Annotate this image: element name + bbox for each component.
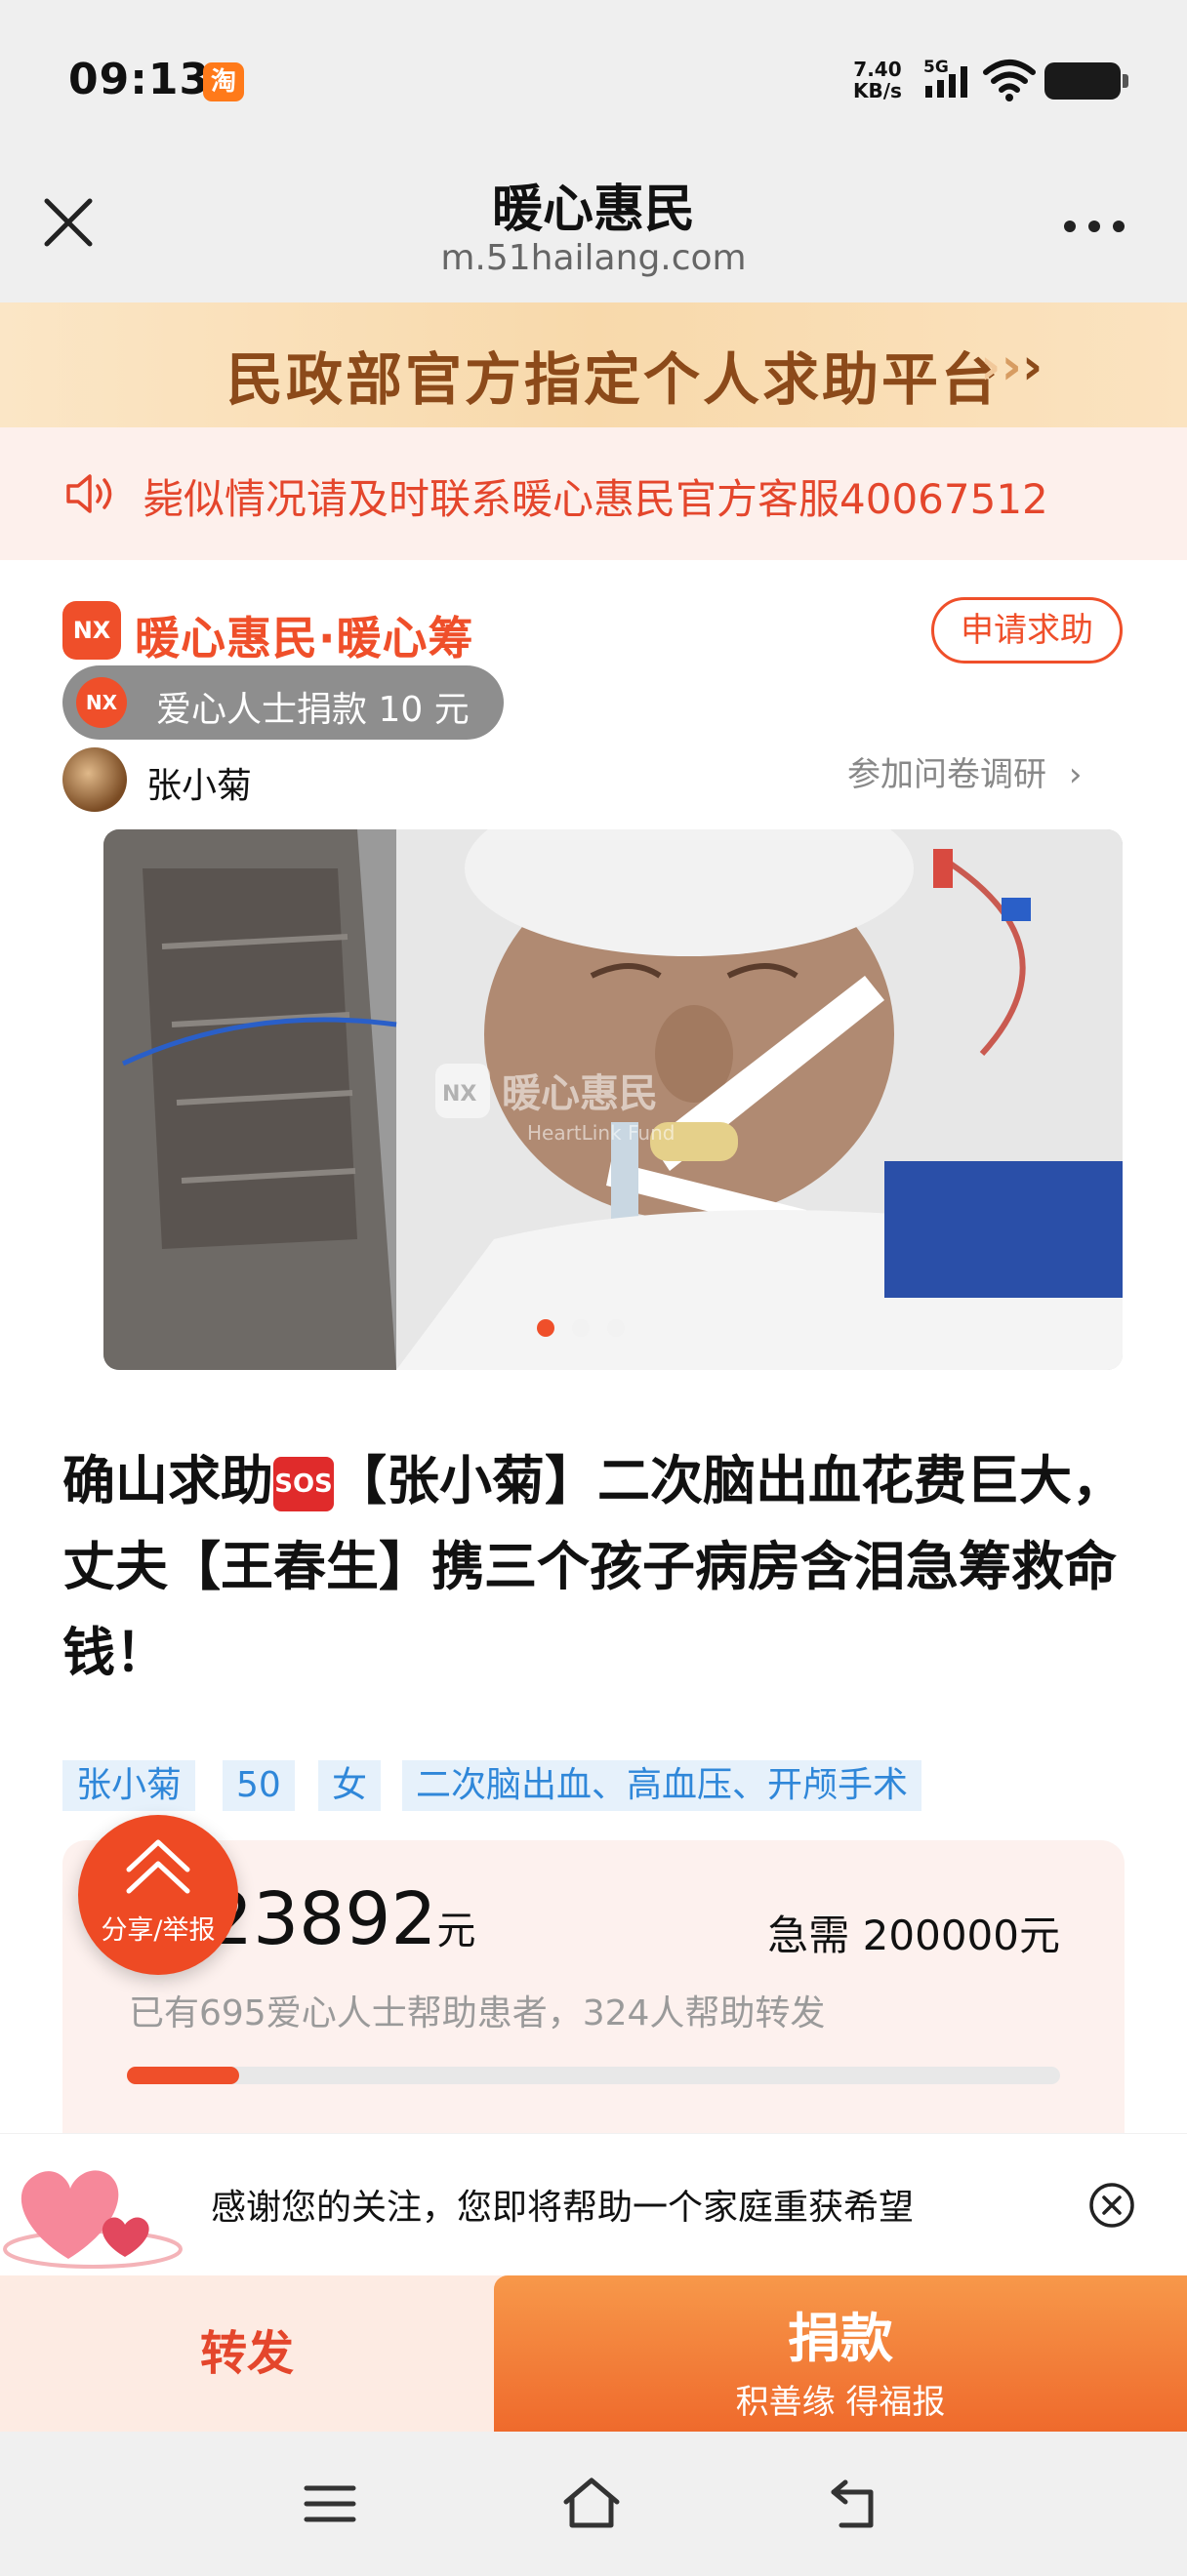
- browser-title-bar: 暖心惠民 m.51hailang.com: [0, 156, 1187, 302]
- headline-prefix: 确山求助: [62, 1450, 273, 1511]
- more-menu-icon[interactable]: [1062, 217, 1126, 236]
- poster-name: 张小菊: [146, 766, 253, 806]
- fund-progress-bar: [127, 2067, 1060, 2084]
- back-icon[interactable]: [826, 2475, 884, 2533]
- system-nav-bar: [0, 2432, 1187, 2576]
- battery-icon: [1044, 62, 1128, 100]
- needed-amount: 急需 200000元: [767, 1903, 1060, 1962]
- taobao-app-icon: 淘: [203, 62, 244, 101]
- page-url: m.51hailang.com: [440, 238, 747, 278]
- donate-sublabel: 积善缘 得福报: [735, 2383, 946, 2422]
- raised-value: 23892: [207, 1877, 437, 1961]
- survey-link-label: 参加问卷调研: [847, 755, 1046, 794]
- menu-icon[interactable]: [301, 2475, 359, 2533]
- raised-unit: 元: [436, 1909, 476, 1953]
- tag-gender: 女: [318, 1760, 382, 1811]
- chevron-right-icon: ›››: [980, 338, 1044, 396]
- watermark-sub: HeartLink Fund: [527, 1121, 675, 1145]
- sos-icon: SOS: [273, 1457, 334, 1512]
- watermark-text: 暖心惠民: [502, 1071, 658, 1116]
- donate-label: 捐款: [788, 2308, 893, 2369]
- net-speed-value: 7.40: [853, 58, 902, 81]
- tag-name: 张小菊: [62, 1760, 196, 1811]
- fund-progress-fill: [127, 2067, 239, 2084]
- tag-age: 50: [223, 1760, 295, 1811]
- helpers-count: 已有695爱心人士帮助患者，324人帮助转发: [129, 1993, 826, 2033]
- patient-photo[interactable]: NX 暖心惠民 HeartLink Fund: [103, 829, 1123, 1370]
- cellular-signal-icon: 5G: [923, 58, 967, 98]
- notice-marquee: 毙似情况请及时联系暖心惠民官方客服40067512: [0, 427, 1187, 560]
- carousel-dot[interactable]: [572, 1319, 590, 1337]
- share-report-label: 分享/举报: [101, 1915, 216, 1946]
- hearts-icon: [3, 2170, 183, 2269]
- gov-platform-banner[interactable]: 民政部官方指定个人求助平台 ›››: [0, 302, 1187, 427]
- donor-ticker-text: 爱心人士捐款 10 元: [156, 690, 470, 730]
- page-title: 暖心惠民: [491, 181, 695, 239]
- thanks-text: 感谢您的关注，您即将帮助一个家庭重获希望: [211, 2188, 915, 2228]
- notice-text: 毙似情况请及时联系暖心惠民官方客服40067512: [143, 475, 1048, 523]
- needed-label: 急需: [767, 1912, 850, 1959]
- forward-button[interactable]: 转发: [0, 2275, 494, 2432]
- status-bar: 09:13 淘 7.40 KB/s 5G: [0, 0, 1187, 156]
- avatar: [62, 747, 127, 812]
- close-circle-icon[interactable]: [1087, 2181, 1136, 2230]
- carousel-dot[interactable]: [607, 1319, 625, 1337]
- donor-ticker-logo: NX: [76, 677, 127, 728]
- patient-photo-illustration: NX 暖心惠民 HeartLink Fund: [103, 829, 1123, 1370]
- donor-ticker: NX 爱心人士捐款 10 元: [62, 665, 504, 740]
- network-type-label: 5G: [923, 58, 949, 77]
- bottom-action-bar: 转发 捐款 积善缘 得福报: [0, 2275, 1187, 2432]
- speaker-icon: [66, 474, 112, 513]
- net-speed-unit: KB/s: [853, 79, 902, 102]
- needed-value: 200000元: [862, 1912, 1060, 1959]
- share-report-button[interactable]: 分享/举报: [78, 1815, 238, 1975]
- carousel-dot-active[interactable]: [537, 1319, 554, 1337]
- apply-for-help-button[interactable]: 申请求助: [931, 597, 1123, 664]
- campaign-headline: 确山求助SOS【张小菊】二次脑出血花费巨大，丈夫【王春生】携三个孩子病房含泪急筹…: [62, 1438, 1126, 1696]
- survey-link[interactable]: 参加问卷调研 ›: [847, 747, 1082, 795]
- net-speed: 7.40 KB/s: [853, 59, 902, 101]
- home-icon[interactable]: [562, 2475, 621, 2533]
- chevron-right-icon: ›: [1068, 755, 1083, 794]
- wifi-icon: [983, 60, 1036, 101]
- brand-logo: NX: [62, 601, 121, 660]
- gov-banner-text: 民政部官方指定个人求助平台: [226, 346, 1002, 413]
- status-time: 09:13: [68, 55, 211, 104]
- brand-name: 暖心惠民·暖心筹: [135, 612, 474, 664]
- chevron-up-icon: [126, 1839, 190, 1894]
- watermark-logo: NX: [442, 1082, 476, 1107]
- tag-diagnosis: 二次脑出血、高血压、开颅手术: [402, 1760, 922, 1811]
- thanks-bar: 感谢您的关注，您即将帮助一个家庭重获希望: [0, 2133, 1187, 2275]
- donate-button[interactable]: 捐款 积善缘 得福报: [494, 2275, 1187, 2432]
